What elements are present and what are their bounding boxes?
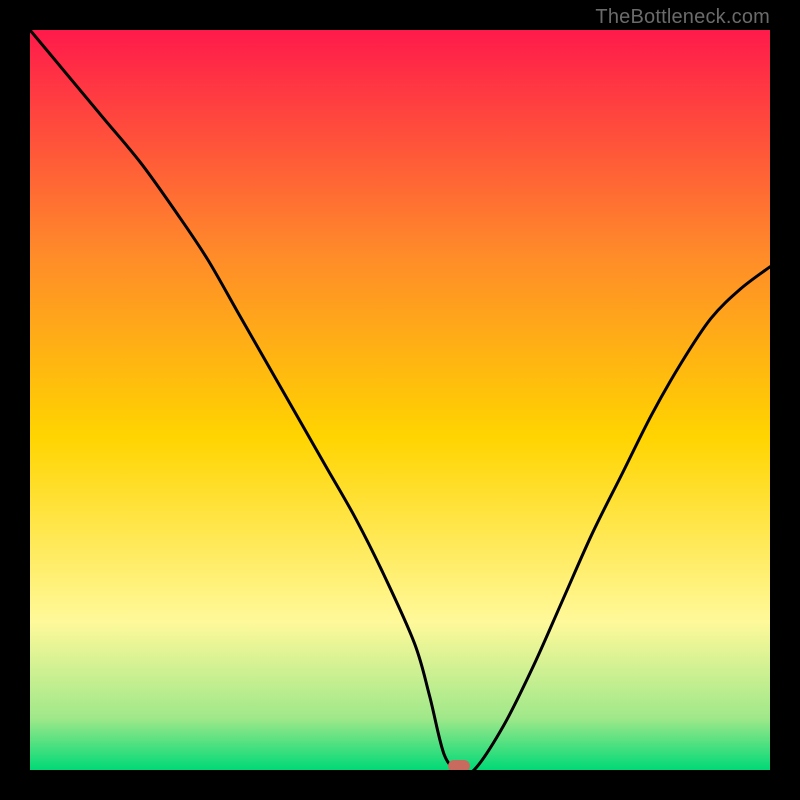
plot-area	[30, 30, 770, 770]
chart-frame: TheBottleneck.com	[0, 0, 800, 800]
watermark-label: TheBottleneck.com	[595, 6, 770, 29]
bottleneck-curve	[30, 30, 770, 770]
sweet-spot-marker	[448, 760, 470, 770]
curve-layer	[30, 30, 770, 770]
